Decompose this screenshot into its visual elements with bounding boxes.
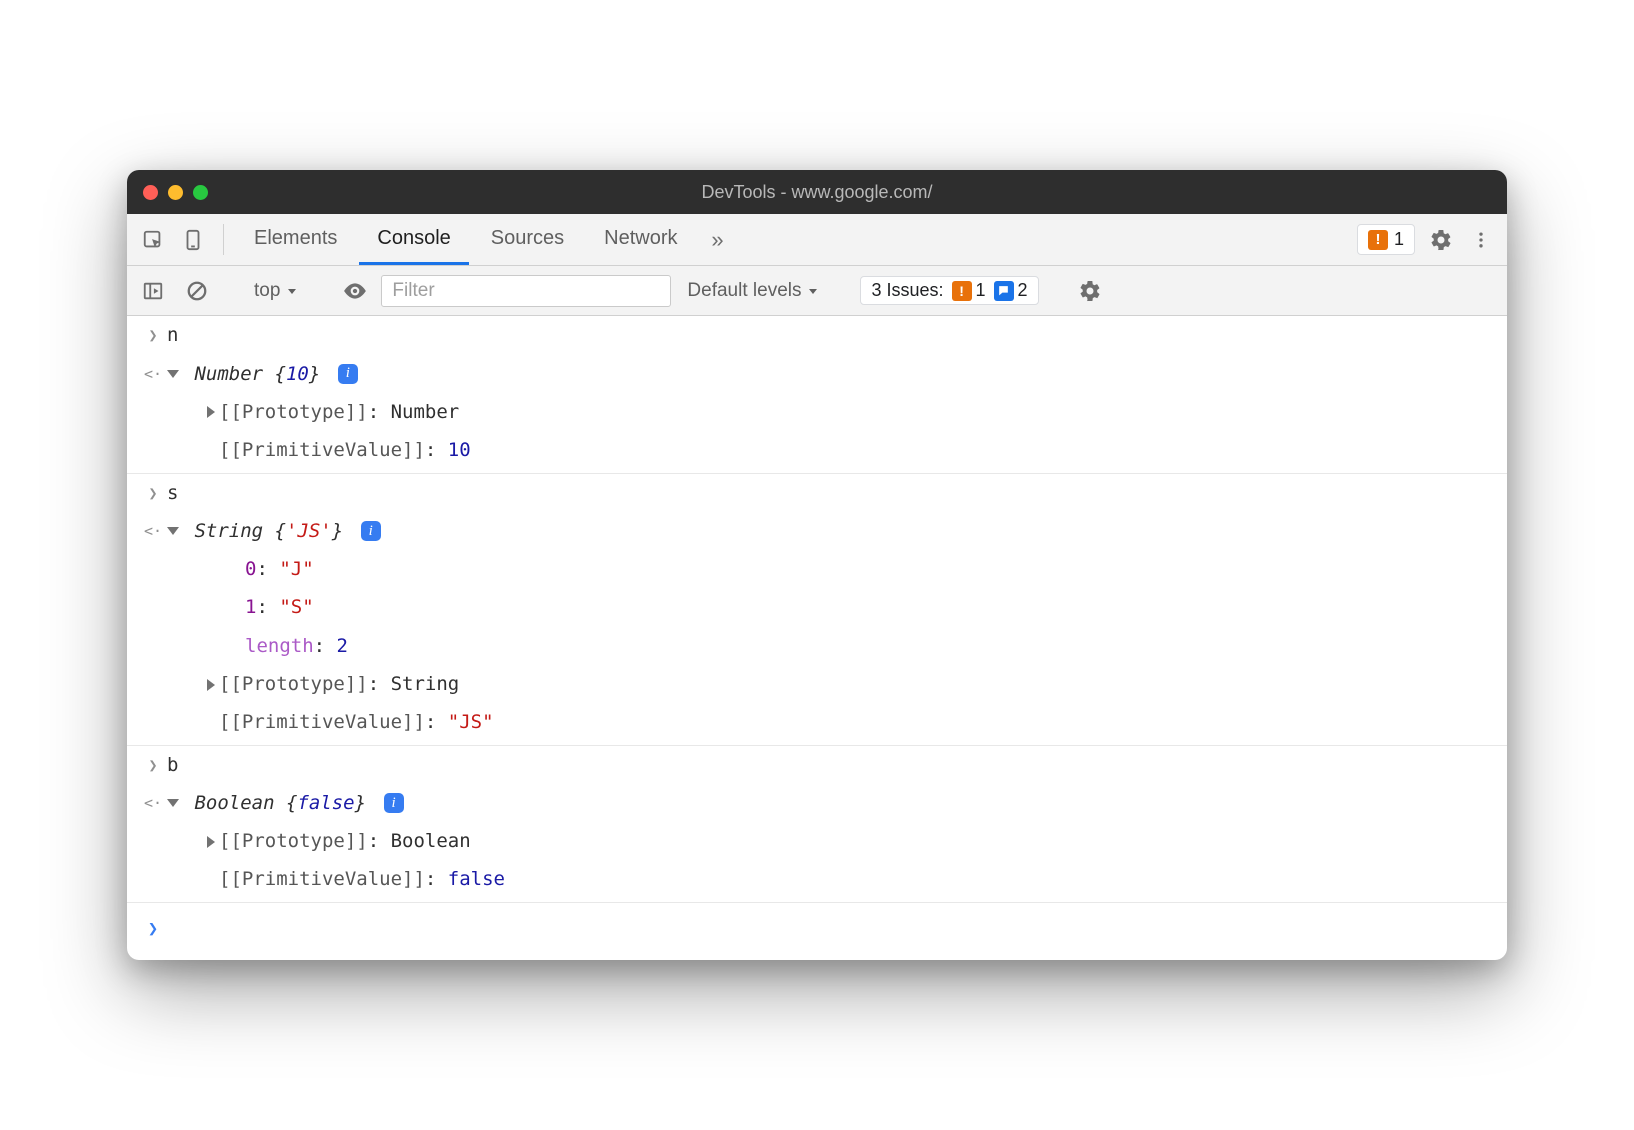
property-value: Number: [391, 401, 460, 423]
levels-label: Default levels: [687, 280, 801, 302]
property-value: String: [391, 673, 460, 695]
tab-console[interactable]: Console: [359, 214, 468, 265]
property-key: [[Prototype]]: [219, 830, 368, 852]
info-icon[interactable]: i: [361, 521, 381, 541]
kebab-menu-icon[interactable]: [1463, 214, 1499, 265]
property-value: 10: [448, 439, 471, 461]
property-key: [[PrimitiveValue]]: [219, 711, 425, 733]
property-key: [[Prototype]]: [219, 401, 368, 423]
output-chevron-icon: <·: [139, 515, 167, 545]
issues-msg-badge: 2: [994, 280, 1028, 301]
close-window-button[interactable]: [143, 185, 158, 200]
disclosure-triangle-icon[interactable]: [167, 527, 179, 535]
console-prompt[interactable]: ❯: [127, 903, 1507, 960]
property-key: 1: [245, 596, 256, 618]
more-tabs-icon[interactable]: »: [700, 214, 736, 265]
object-header[interactable]: Boolean {false} i: [167, 787, 1495, 819]
object-property-row[interactable]: [[Prototype]]: Boolean: [127, 822, 1507, 860]
console-input-row[interactable]: ❯ s: [127, 474, 1507, 512]
property-value: "S": [279, 596, 313, 618]
console-output-row[interactable]: <· Number {10} i: [127, 355, 1507, 393]
divider: [223, 224, 224, 255]
filter-input[interactable]: [381, 275, 671, 307]
device-toggle-icon[interactable]: [175, 214, 211, 265]
property-value: false: [448, 868, 505, 890]
property-key: length: [245, 635, 314, 657]
input-chevron-icon: ❯: [139, 319, 167, 349]
disclosure-triangle-icon[interactable]: [207, 679, 215, 691]
warning-icon: !: [952, 281, 972, 301]
main-tabs: Elements Console Sources Network » ! 1: [127, 214, 1507, 266]
issues-warn-badge: ! 1: [952, 280, 986, 301]
warnings-badge[interactable]: ! 1: [1357, 224, 1415, 255]
sidebar-toggle-icon[interactable]: [135, 280, 171, 302]
chevron-down-icon: [286, 285, 298, 297]
input-text: n: [167, 319, 1495, 351]
settings-icon[interactable]: [1423, 214, 1459, 265]
tab-network[interactable]: Network: [586, 214, 695, 265]
console-output: ❯ n<· Number {10} i [[Prototype]]: Numbe…: [127, 316, 1507, 959]
disclosure-triangle-icon[interactable]: [207, 406, 215, 418]
disclosure-triangle-icon[interactable]: [167, 799, 179, 807]
object-property-row: length: 2: [127, 627, 1507, 665]
window-title: DevTools - www.google.com/: [701, 182, 932, 203]
issues-badge[interactable]: 3 Issues: ! 1 2: [860, 276, 1038, 305]
disclosure-triangle-icon[interactable]: [207, 836, 215, 848]
console-settings-icon[interactable]: [1072, 279, 1108, 303]
property-value: "JS": [448, 711, 494, 733]
property-key: [[PrimitiveValue]]: [219, 439, 425, 461]
log-levels-select[interactable]: Default levels: [679, 280, 827, 302]
maximize-window-button[interactable]: [193, 185, 208, 200]
clear-console-icon[interactable]: [179, 280, 215, 302]
info-icon[interactable]: i: [384, 793, 404, 813]
object-property-row: 1: "S": [127, 588, 1507, 626]
property-value: Boolean: [391, 830, 471, 852]
property-value: 2: [337, 635, 348, 657]
input-text: s: [167, 477, 1495, 509]
object-header[interactable]: String {'JS'} i: [167, 515, 1495, 547]
property-key: [[PrimitiveValue]]: [219, 868, 425, 890]
output-chevron-icon: <·: [139, 358, 167, 388]
object-property-row[interactable]: [[Prototype]]: String: [127, 665, 1507, 703]
warning-icon: !: [1368, 230, 1388, 250]
titlebar: DevTools - www.google.com/: [127, 170, 1507, 214]
info-icon[interactable]: i: [338, 364, 358, 384]
object-property-row: [[PrimitiveValue]]: false: [127, 860, 1507, 902]
object-property-row: 0: "J": [127, 550, 1507, 588]
context-label: top: [254, 280, 280, 302]
console-input-row[interactable]: ❯ b: [127, 746, 1507, 784]
devtools-window: DevTools - www.google.com/ Elements Cons…: [127, 170, 1507, 959]
minimize-window-button[interactable]: [168, 185, 183, 200]
execution-context-select[interactable]: top: [248, 280, 304, 302]
issues-msg-count: 2: [1018, 280, 1028, 301]
property-value: "J": [279, 558, 313, 580]
object-header[interactable]: Number {10} i: [167, 358, 1495, 390]
console-toolbar: top Default levels 3 Issues: ! 1 2: [127, 266, 1507, 316]
tab-sources[interactable]: Sources: [473, 214, 582, 265]
traffic-lights: [143, 185, 208, 200]
object-property-row[interactable]: [[Prototype]]: Number: [127, 393, 1507, 431]
issues-warn-count: 1: [976, 280, 986, 301]
chevron-down-icon: [807, 285, 819, 297]
inspect-element-icon[interactable]: [135, 214, 171, 265]
prompt-chevron-icon: ❯: [139, 911, 167, 944]
input-chevron-icon: ❯: [139, 477, 167, 507]
input-text: b: [167, 749, 1495, 781]
console-input-row[interactable]: ❯ n: [127, 316, 1507, 354]
console-output-row[interactable]: <· String {'JS'} i: [127, 512, 1507, 550]
console-output-row[interactable]: <· Boolean {false} i: [127, 784, 1507, 822]
disclosure-triangle-icon[interactable]: [167, 370, 179, 378]
property-key: [[Prototype]]: [219, 673, 368, 695]
live-expression-icon[interactable]: [337, 278, 373, 304]
tab-elements[interactable]: Elements: [236, 214, 355, 265]
object-property-row: [[PrimitiveValue]]: "JS": [127, 703, 1507, 745]
property-key: 0: [245, 558, 256, 580]
warnings-count: 1: [1394, 229, 1404, 250]
object-property-row: [[PrimitiveValue]]: 10: [127, 431, 1507, 473]
output-chevron-icon: <·: [139, 787, 167, 817]
issues-label: 3 Issues:: [871, 280, 943, 301]
input-chevron-icon: ❯: [139, 749, 167, 779]
message-icon: [994, 281, 1014, 301]
